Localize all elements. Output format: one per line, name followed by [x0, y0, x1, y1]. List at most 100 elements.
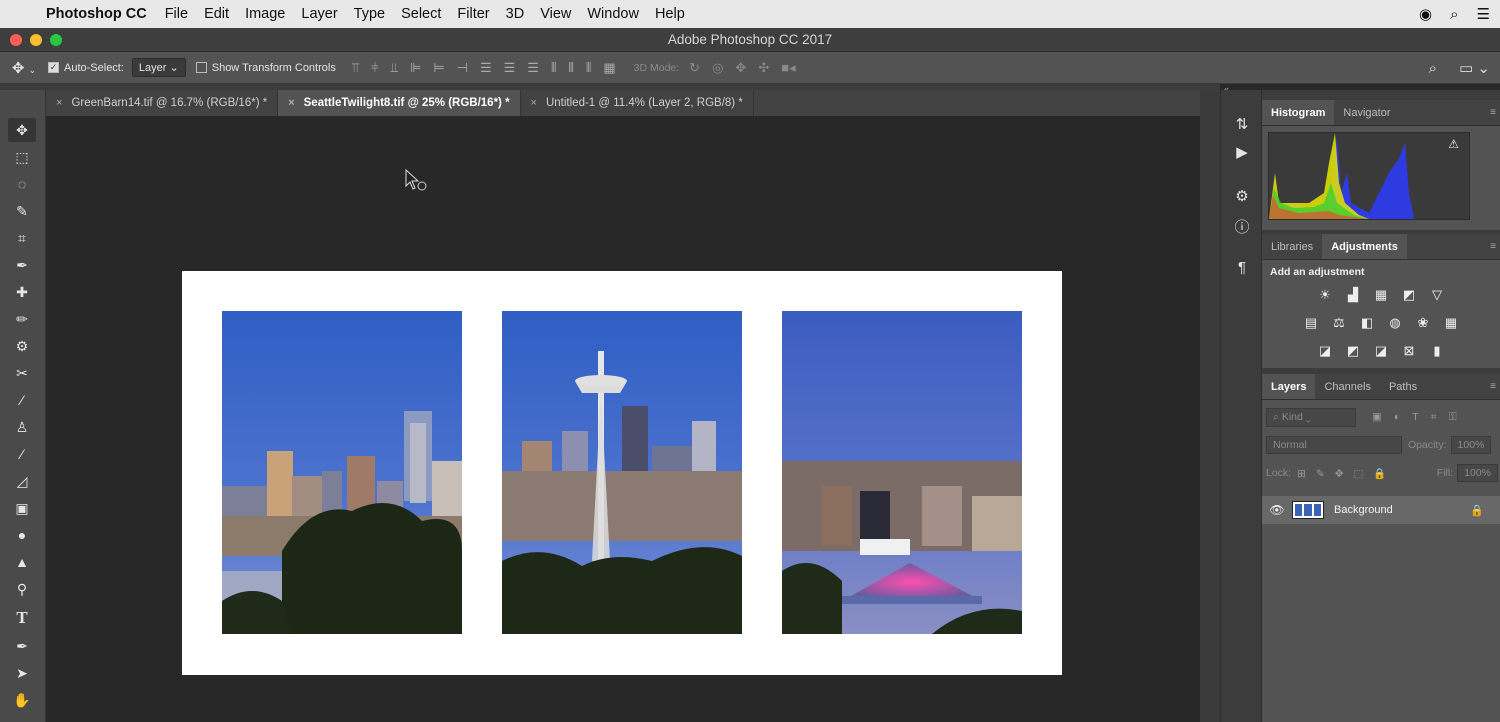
canvas-area[interactable] — [46, 116, 1200, 722]
history-tool-icon[interactable]: ⁄ — [8, 442, 36, 466]
opacity-field[interactable]: 100% — [1450, 436, 1492, 454]
close-tab-icon[interactable]: × — [531, 97, 537, 109]
brush-tool-icon[interactable]: ✏ — [8, 307, 36, 331]
menu-3d[interactable]: 3D — [506, 6, 525, 22]
sharpen-tool-icon[interactable]: ▲ — [8, 550, 36, 574]
move-tool-icon[interactable]: ✥ — [8, 118, 36, 142]
posterize-icon[interactable]: ◩ — [1344, 342, 1362, 360]
clone-stamp-tool-icon[interactable]: ⚙ — [8, 334, 36, 358]
blend-mode-select[interactable]: Normal — [1266, 436, 1402, 454]
warning-icon[interactable]: ⚠ — [1448, 137, 1459, 151]
distribute-top-icon[interactable]: ☰ — [480, 60, 492, 76]
eyedropper-tool-icon[interactable]: ✒ — [8, 253, 36, 277]
tab-navigator[interactable]: Navigator — [1334, 100, 1399, 125]
show-transform-checkbox[interactable] — [195, 62, 207, 73]
align-right-icon[interactable]: ⊣ — [457, 60, 468, 76]
filter-kind-select[interactable]: ⌕ Kind ⌄ — [1266, 408, 1356, 427]
document-tab-greenbarn[interactable]: × GreenBarn14.tif @ 16.7% (RGB/16*) * — [46, 90, 279, 116]
document-canvas[interactable] — [182, 271, 1062, 675]
minimize-window-button[interactable] — [30, 34, 42, 46]
3d-roll-icon[interactable]: ◎ — [712, 60, 723, 76]
actions-play-icon[interactable]: ▶ — [1230, 140, 1254, 164]
levels-icon[interactable]: ▟ — [1344, 286, 1362, 304]
distribute-bottom-icon[interactable]: ☰ — [527, 60, 539, 76]
app-name-menu[interactable]: Photoshop CC — [46, 6, 147, 22]
menu-type[interactable]: Type — [354, 6, 385, 22]
type-tool-icon[interactable]: T — [8, 606, 36, 630]
vibrance-icon[interactable]: ▽ — [1428, 286, 1446, 304]
eraser-tool-icon[interactable]: ⁄ — [8, 388, 36, 412]
eraser-alt-tool-icon[interactable]: ◿ — [8, 469, 36, 493]
paragraph-panel-icon[interactable]: ¶ — [1230, 255, 1254, 279]
creative-cloud-icon[interactable]: ◉ — [1419, 5, 1432, 23]
auto-select-checkbox[interactable]: ✓ — [48, 62, 59, 73]
pen-tool-icon[interactable]: ✒ — [8, 634, 36, 658]
notification-center-icon[interactable]: ☰ — [1477, 5, 1490, 23]
close-tab-icon[interactable]: × — [56, 97, 62, 109]
hand-tool-icon[interactable]: ✋ — [8, 688, 36, 712]
tab-libraries[interactable]: Libraries — [1262, 234, 1322, 259]
spotlight-search-icon[interactable]: ⌕ — [1450, 6, 1458, 23]
menu-window[interactable]: Window — [587, 6, 639, 22]
path-selection-tool-icon[interactable]: ➤ — [8, 661, 36, 685]
close-window-button[interactable] — [10, 34, 22, 46]
layer-row-background[interactable]: 👁 Background 🔒 — [1262, 496, 1500, 524]
threshold-icon[interactable]: ◪ — [1372, 342, 1390, 360]
3d-drag-icon[interactable]: ✥ — [735, 60, 746, 76]
healing-brush-tool-icon[interactable]: ✚ — [8, 280, 36, 304]
curves-icon[interactable]: ▦ — [1372, 286, 1390, 304]
menu-help[interactable]: Help — [655, 6, 685, 22]
align-top-icon[interactable]: ⫪ — [352, 60, 359, 76]
move-tool-preset-icon[interactable]: ✥ ⌄ — [0, 59, 48, 77]
distribute-right-icon[interactable]: ⫴ — [586, 60, 591, 76]
layer-filter-icons[interactable]: ▣◐T⌗⚿ — [1372, 411, 1469, 424]
marquee-tool-icon[interactable]: ⬚ — [8, 145, 36, 169]
stamp-tool-icon[interactable]: ♙ — [8, 415, 36, 439]
exposure-icon[interactable]: ◩ — [1400, 286, 1418, 304]
menu-select[interactable]: Select — [401, 6, 441, 22]
distribute-vcenter-icon[interactable]: ☰ — [504, 60, 516, 76]
panel-menu-icon[interactable]: ≡ — [1490, 107, 1496, 118]
black-white-icon[interactable]: ◧ — [1358, 314, 1376, 332]
workspace-icon[interactable]: ▭ ⌄ — [1459, 59, 1490, 77]
channel-mixer-icon[interactable]: ❀ — [1414, 314, 1432, 332]
align-hcenter-icon[interactable]: ⊨ — [433, 60, 444, 76]
document-tab-seattletwilight[interactable]: × SeattleTwilight8.tif @ 25% (RGB/16*) * — [278, 90, 521, 116]
close-tab-icon[interactable]: × — [288, 97, 294, 109]
fill-field[interactable]: 100% — [1457, 464, 1498, 482]
panel-menu-icon[interactable]: ≡ — [1490, 241, 1496, 252]
gradient-tool-icon[interactable]: ▣ — [8, 496, 36, 520]
hue-saturation-icon[interactable]: ▤ — [1302, 314, 1320, 332]
history-panel-icon[interactable]: ⇅ — [1230, 112, 1254, 136]
blur-tool-icon[interactable]: ● — [8, 523, 36, 547]
auto-align-icon[interactable]: ▦ — [603, 60, 615, 76]
search-icon[interactable]: ⌕ — [1429, 60, 1437, 77]
auto-select-dropdown[interactable]: Layer ⌄ — [131, 58, 186, 77]
tab-channels[interactable]: Channels — [1315, 374, 1379, 399]
gradient-map-icon[interactable]: ▮ — [1428, 342, 1446, 360]
tab-adjustments[interactable]: Adjustments — [1322, 234, 1407, 259]
selective-color-icon[interactable]: ⊠ — [1400, 342, 1418, 360]
menu-filter[interactable]: Filter — [457, 6, 489, 22]
brightness-contrast-icon[interactable]: ☀ — [1316, 286, 1334, 304]
menu-edit[interactable]: Edit — [204, 6, 229, 22]
lock-icons[interactable]: ⊞✎✥⬚🔒 — [1297, 467, 1396, 480]
panel-menu-icon[interactable]: ≡ — [1490, 381, 1496, 392]
menu-image[interactable]: Image — [245, 6, 285, 22]
3d-scale-icon[interactable]: ■◂ — [781, 60, 795, 76]
quick-select-tool-icon[interactable]: ✎ — [8, 199, 36, 223]
distribute-hcenter-icon[interactable]: ⫴ — [568, 60, 573, 76]
visibility-eye-icon[interactable]: 👁 — [1262, 503, 1292, 517]
dodge-tool-icon[interactable]: ⚲ — [8, 577, 36, 601]
align-left-icon[interactable]: ⊫ — [410, 60, 421, 76]
menu-file[interactable]: File — [165, 6, 188, 22]
invert-icon[interactable]: ◪ — [1316, 342, 1334, 360]
distribute-left-icon[interactable]: ⫴ — [551, 60, 556, 76]
menu-view[interactable]: View — [540, 6, 571, 22]
color-balance-icon[interactable]: ⚖ — [1330, 314, 1348, 332]
properties-panel-icon[interactable]: ⚙ — [1230, 184, 1254, 208]
zoom-window-button[interactable] — [50, 34, 62, 46]
layer-name[interactable]: Background — [1334, 504, 1393, 516]
tab-layers[interactable]: Layers — [1262, 374, 1316, 399]
tab-paths[interactable]: Paths — [1380, 374, 1426, 399]
